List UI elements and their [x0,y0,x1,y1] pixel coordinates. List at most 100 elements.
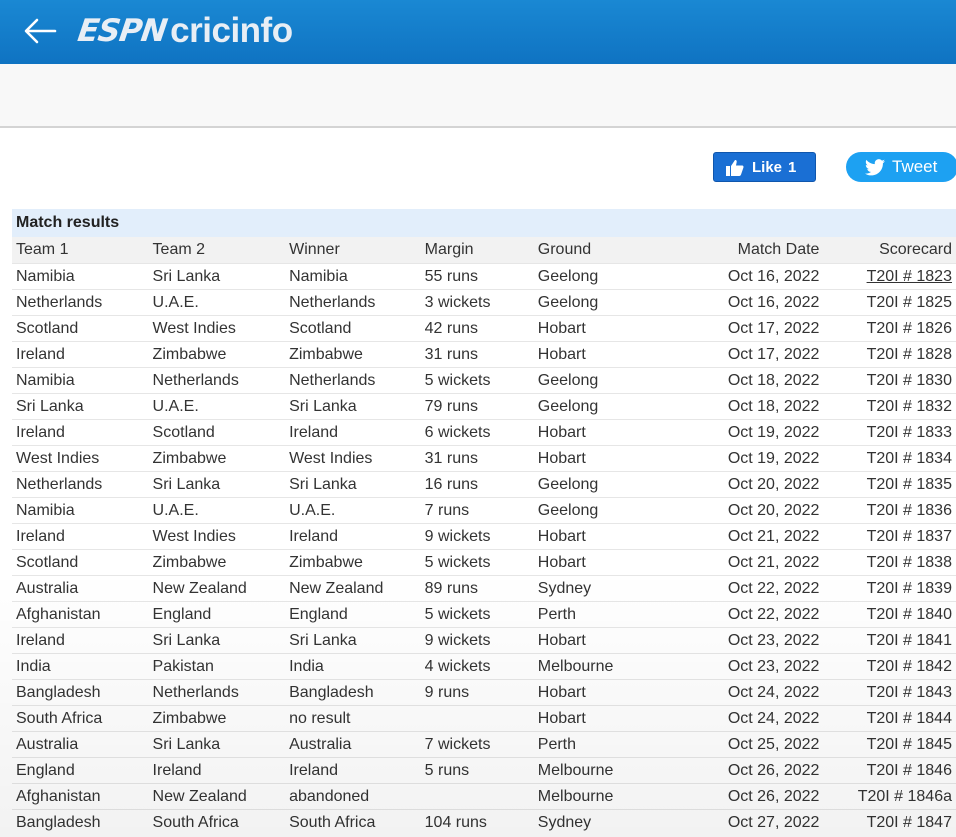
cell-match-date: Oct 16, 2022 [727,294,820,311]
cell-winner: Sri Lanka [289,398,357,415]
cell-team2: Zimbabwe [152,710,227,727]
cell-scorecard[interactable]: T20I # 1846 [819,758,956,783]
tweet-label: Tweet [892,157,938,176]
cell-winner: New Zealand [289,580,384,597]
cell-margin: 31 runs [424,450,479,467]
table-row: Afghanistan England England 5 wickets Perth O… [12,601,956,627]
header-team2[interactable]: Team 2 [149,237,286,263]
cell-scorecard[interactable]: T20I # 1847 [819,810,956,835]
table-row: Ireland Sri Lanka Sri Lanka 9 wickets Hobart… [12,627,956,653]
table-row: Netherlands U.A.E. Netherlands 3 wickets Gee… [12,289,956,315]
table-row: Australia New Zealand New Zealand 89 runs Sy… [12,575,956,601]
cell-scorecard[interactable]: T20I # 1828 [819,342,956,367]
cell-scorecard[interactable]: T20I # 1836 [819,498,956,523]
app-header: ESPN cricinfo [0,0,956,64]
cell-match-date: Oct 23, 2022 [727,632,820,649]
cell-scorecard[interactable]: T20I # 1844 [819,706,956,731]
cell-match-date: Oct 19, 2022 [727,424,820,441]
cell-winner: India [289,658,324,675]
cell-team1: Scotland [16,554,79,571]
header-scorecard[interactable]: Scorecard [819,237,956,263]
cell-team1: Namibia [16,372,75,389]
cell-ground: Melbourne [537,658,614,675]
table-row: Ireland Scotland Ireland 6 wickets Hobart Oct… [12,419,956,445]
cell-margin: 7 runs [424,502,470,519]
cell-scorecard[interactable]: T20I # 1845 [819,732,956,757]
cell-team1: Netherlands [16,476,103,493]
cell-margin: 7 wickets [424,736,491,753]
cell-ground: Perth [537,606,577,623]
table-row: Namibia Netherlands Netherlands 5 wickets Ge… [12,367,956,393]
cell-team2: Netherlands [152,372,239,389]
cell-ground: Hobart [537,346,586,363]
cell-match-date: Oct 18, 2022 [727,372,820,389]
cell-team1: Ireland [16,346,65,363]
cell-ground: Geelong [537,294,599,311]
back-button[interactable] [22,14,58,48]
header-winner[interactable]: Winner [285,237,422,263]
table-row: Afghanistan New Zealand abandoned Melbourne… [12,783,956,809]
cell-margin: 5 runs [424,762,470,779]
table-row: Ireland Zimbabwe Zimbabwe 31 runs Hobart Oct … [12,341,956,367]
cell-team1: Ireland [16,424,65,441]
facebook-like-button[interactable]: Like 1 [713,152,816,182]
cell-margin: 6 wickets [424,424,491,441]
header-match-date[interactable]: Match Date [642,237,820,263]
cell-scorecard[interactable]: T20I # 1842 [819,654,956,679]
cell-team2: Sri Lanka [152,268,221,285]
cell-team2: South Africa [152,814,239,831]
like-label: Like [752,158,783,176]
cell-team2: U.A.E. [152,398,199,415]
cell-match-date: Oct 25, 2022 [727,736,820,753]
cell-team1: Australia [16,736,79,753]
cell-scorecard[interactable]: T20I # 1839 [819,576,956,601]
cell-margin: 9 runs [424,684,470,701]
cell-match-date: Oct 21, 2022 [727,528,820,545]
espncricinfo-logo[interactable]: ESPN cricinfo [75,9,293,53]
cell-scorecard[interactable]: T20I # 1838 [819,550,956,575]
cell-team2: U.A.E. [152,294,199,311]
cell-match-date: Oct 18, 2022 [727,398,820,415]
cell-scorecard[interactable]: T20I # 1835 [819,472,956,497]
cell-scorecard[interactable]: T20I # 1832 [819,394,956,419]
tweet-button[interactable]: Tweet [846,152,956,182]
cell-winner: Zimbabwe [289,554,363,571]
cell-team2: Sri Lanka [152,476,221,493]
cell-scorecard[interactable]: T20I # 1834 [819,446,956,471]
cell-scorecard[interactable]: T20I # 1823 [819,264,956,289]
cell-ground: Melbourne [537,762,614,779]
cell-ground: Geelong [537,268,599,285]
header-team1[interactable]: Team 1 [12,237,149,263]
cell-scorecard[interactable]: T20I # 1843 [819,680,956,705]
cell-match-date: Oct 26, 2022 [727,788,820,805]
cell-match-date: Oct 20, 2022 [727,502,820,519]
cell-team1: Ireland [16,528,65,545]
cell-winner: Ireland [289,762,339,779]
cell-scorecard[interactable]: T20I # 1840 [819,602,956,627]
cell-ground: Hobart [537,424,586,441]
cell-scorecard[interactable]: T20I # 1825 [819,290,956,315]
cell-scorecard[interactable]: T20I # 1841 [819,628,956,653]
cell-winner: Namibia [289,268,348,285]
cell-team1: Namibia [16,502,75,519]
table-row: South Africa Zimbabwe no result Hobart Oct 2… [12,705,956,731]
cell-team2: New Zealand [152,580,247,597]
cell-scorecard[interactable]: T20I # 1826 [819,316,956,341]
cell-margin: 89 runs [424,580,479,597]
header-ground[interactable]: Ground [535,237,642,263]
cell-scorecard[interactable]: T20I # 1833 [819,420,956,445]
logo-espn-text: ESPN [75,13,169,49]
table-row: Scotland Zimbabwe Zimbabwe 5 wickets Hobart O… [12,549,956,575]
table-row: India Pakistan India 4 wickets Melbourne Oct … [12,653,956,679]
cell-scorecard[interactable]: T20I # 1830 [819,368,956,393]
header-margin[interactable]: Margin [422,237,535,263]
cell-winner: Bangladesh [289,684,374,701]
cell-team1: Ireland [16,632,65,649]
cell-scorecard[interactable]: T20I # 1846a [819,784,956,809]
cell-winner: Australia [289,736,352,753]
cell-winner: Netherlands [289,372,376,389]
cell-scorecard[interactable]: T20I # 1837 [819,524,956,549]
cell-ground: Sydney [537,814,592,831]
cell-margin: 5 wickets [424,554,491,571]
cell-margin: 9 wickets [424,528,491,545]
